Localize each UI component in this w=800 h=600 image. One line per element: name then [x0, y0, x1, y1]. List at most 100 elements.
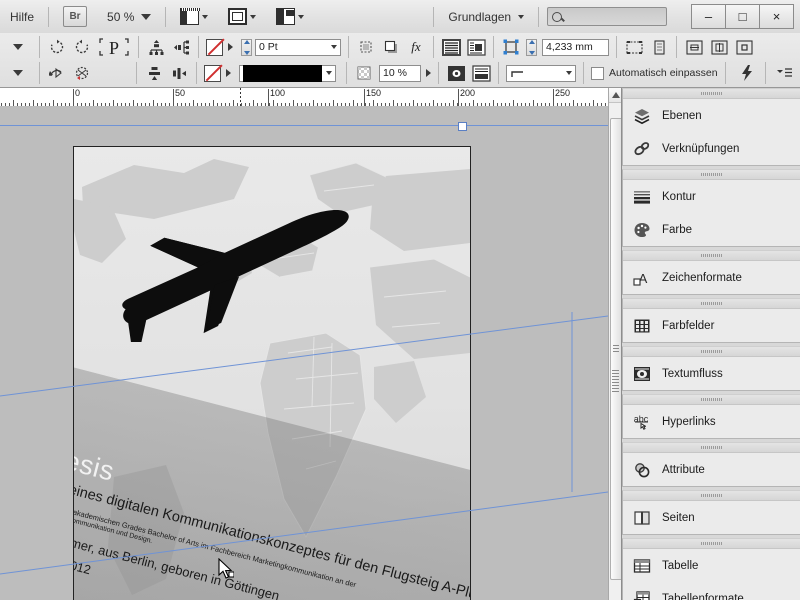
- panel-item-farbe[interactable]: Farbe: [623, 213, 800, 246]
- preview-mode-button[interactable]: [218, 0, 266, 33]
- fit-proportional-icon[interactable]: [684, 37, 704, 57]
- links-icon: [631, 138, 653, 160]
- attributes-icon: [631, 459, 653, 481]
- panel-group: TabelleTabellenformateZellenformate: [622, 538, 800, 600]
- align-left-icon[interactable]: [171, 37, 191, 57]
- size-stepper[interactable]: [526, 38, 537, 56]
- text-wrap-object-icon[interactable]: [466, 37, 486, 57]
- panel-group-drag-handle[interactable]: [623, 539, 800, 549]
- stroke-style-preview: [243, 64, 322, 82]
- panel-item-farbfelder[interactable]: Farbfelder: [623, 309, 800, 342]
- dock-resize-grip[interactable]: [612, 370, 619, 392]
- stroke-style-dropdown[interactable]: [239, 64, 336, 82]
- transparency-icon[interactable]: [354, 63, 374, 83]
- document-canvas[interactable]: orthesis pfehlung eines digitalen Kommun…: [0, 106, 608, 600]
- panel-group-drag-handle[interactable]: [623, 170, 800, 180]
- layout-mode-icon: [276, 8, 296, 25]
- guide-handle[interactable]: [458, 122, 467, 131]
- text-wrap-nextcol-icon[interactable]: [471, 63, 491, 83]
- panel-item-attribute[interactable]: Attribute: [623, 453, 800, 486]
- fit-frame-icon[interactable]: [649, 37, 669, 57]
- distribute-h-icon[interactable]: [169, 63, 189, 83]
- constrain-dropdown-icon[interactable]: [13, 70, 23, 76]
- drag-dots-icon: [700, 302, 723, 305]
- horizontal-ruler[interactable]: 0 50 100 150 200 250: [0, 88, 620, 107]
- opacity-field[interactable]: 10 %: [379, 64, 421, 82]
- corner-options-dropdown[interactable]: [506, 64, 576, 82]
- panel-item-label: Kontur: [662, 190, 696, 203]
- vertical-scrollbar[interactable]: [608, 88, 623, 600]
- close-button[interactable]: ×: [759, 4, 794, 29]
- stroke-weight-field[interactable]: 0 Pt: [255, 38, 341, 56]
- panel-item-textumfluss[interactable]: Textumfluss: [623, 357, 800, 390]
- fit-content-icon[interactable]: [624, 37, 644, 57]
- text-wrap-jump-icon[interactable]: [446, 63, 466, 83]
- scrollbar-grip: [613, 345, 619, 353]
- align-top-icon[interactable]: [146, 37, 166, 57]
- fill-menu-icon[interactable]: [228, 43, 233, 51]
- stroke-weight-stepper[interactable]: [241, 38, 252, 56]
- panel-group-drag-handle[interactable]: [623, 347, 800, 357]
- fx-icon[interactable]: fx: [406, 37, 426, 57]
- center-content-icon[interactable]: [734, 37, 754, 57]
- workspace-switcher[interactable]: Grundlagen: [438, 0, 534, 33]
- layout-mode-button[interactable]: [266, 0, 314, 33]
- table-styles-icon: [631, 588, 653, 600]
- distribute-v-icon[interactable]: [144, 63, 164, 83]
- panel-group-drag-handle[interactable]: [623, 89, 800, 99]
- panel-item-tabelle[interactable]: Tabelle: [623, 549, 800, 582]
- guide-top[interactable]: [0, 125, 608, 126]
- drop-shadow-icon[interactable]: [381, 37, 401, 57]
- frame-fitting-icon[interactable]: [501, 37, 521, 57]
- layers-icon: [631, 105, 653, 127]
- panel-item-seiten[interactable]: Seiten: [623, 501, 800, 534]
- drag-dots-icon: [700, 494, 723, 497]
- search-input[interactable]: [547, 7, 668, 26]
- panel-menu-icon[interactable]: [774, 63, 794, 83]
- maximize-button[interactable]: □: [725, 4, 760, 29]
- panel-group: Ebenen Verknüpfungen: [622, 88, 800, 166]
- document-page[interactable]: orthesis pfehlung eines digitalen Kommun…: [73, 146, 471, 600]
- menu-help[interactable]: Hilfe: [0, 0, 44, 33]
- drag-dots-icon: [700, 398, 723, 401]
- panel-group-drag-handle[interactable]: [623, 491, 800, 501]
- flip-h-icon[interactable]: [47, 63, 67, 83]
- chevron-down-icon: [141, 13, 152, 20]
- panel-group: Farbfelder: [622, 298, 800, 343]
- flip-v-icon[interactable]: [72, 63, 92, 83]
- bridge-button[interactable]: Br: [53, 0, 97, 33]
- stroke-menu-icon[interactable]: [226, 69, 231, 77]
- panel-item-ebenen[interactable]: Ebenen: [623, 99, 800, 132]
- panel-group: Kontur Farbe: [622, 169, 800, 247]
- quick-apply-icon[interactable]: [737, 63, 757, 83]
- rotate-cw-icon[interactable]: [47, 37, 67, 57]
- rotate-ccw-icon[interactable]: [72, 37, 92, 57]
- frame-p-icon[interactable]: P: [97, 37, 131, 57]
- size-field[interactable]: 4,233 mm: [542, 38, 609, 56]
- panel-item-tabellenformate[interactable]: Tabellenformate: [623, 582, 800, 600]
- panel-item-kontur[interactable]: Kontur: [623, 180, 800, 213]
- panel-dock: Ebenen Verknüpfungen Kontur Farbe A Zeichenfo…: [621, 88, 800, 600]
- screen-mode-button[interactable]: [170, 0, 218, 33]
- preview-mode-icon: [228, 8, 248, 25]
- autofit-checkbox[interactable]: [591, 66, 604, 80]
- opacity-menu-icon[interactable]: [426, 69, 431, 77]
- panel-item-verknüpfungen[interactable]: Verknüpfungen: [623, 132, 800, 165]
- panel-group-drag-handle[interactable]: [623, 299, 800, 309]
- fill-none-icon[interactable]: [206, 38, 223, 56]
- panel-item-zeichenformate[interactable]: A Zeichenformate: [623, 261, 800, 294]
- text-wrap-none-icon[interactable]: [441, 37, 461, 57]
- reference-point-dropdown-icon[interactable]: [13, 44, 23, 50]
- effects-icon[interactable]: [356, 37, 376, 57]
- window-controls: – □ ×: [691, 4, 794, 29]
- divider: [433, 6, 435, 27]
- stroke-none-icon[interactable]: [204, 64, 221, 82]
- panel-group-drag-handle[interactable]: [623, 251, 800, 261]
- panel-group-drag-handle[interactable]: [623, 395, 800, 405]
- zoom-level-control[interactable]: 50 %: [97, 0, 161, 33]
- fill-proportional-icon[interactable]: [709, 37, 729, 57]
- ruler-label: 50: [175, 88, 186, 98]
- minimize-button[interactable]: –: [691, 4, 726, 29]
- panel-group-drag-handle[interactable]: [623, 443, 800, 453]
- panel-item-hyperlinks[interactable]: abc Hyperlinks: [623, 405, 800, 438]
